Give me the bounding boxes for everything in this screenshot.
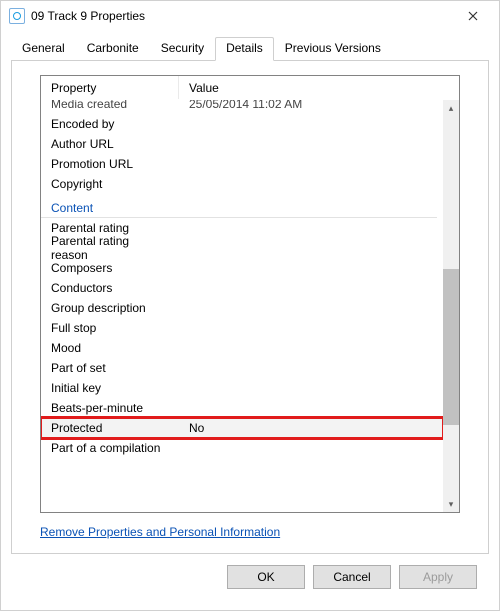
property-value: [179, 218, 443, 238]
property-row[interactable]: Beats-per-minute: [41, 398, 443, 418]
property-name: Author URL: [41, 134, 179, 154]
close-button[interactable]: [451, 1, 495, 31]
property-name: Encoded by: [41, 114, 179, 134]
property-row[interactable]: Copyright: [41, 174, 443, 194]
remove-properties-link[interactable]: Remove Properties and Personal Informati…: [40, 525, 280, 539]
remove-properties-link-row: Remove Properties and Personal Informati…: [40, 525, 460, 539]
property-row[interactable]: Mood: [41, 338, 443, 358]
dialog-buttons: OK Cancel Apply: [11, 554, 489, 600]
property-name: Part of set: [41, 358, 179, 378]
tab-strip: General Carbonite Security Details Previ…: [11, 37, 489, 61]
property-value: 25/05/2014 11:02 AM: [179, 100, 443, 114]
property-value: [179, 154, 443, 174]
vertical-scrollbar[interactable]: ▴ ▾: [443, 100, 459, 512]
close-icon: [468, 11, 478, 21]
property-row-protected[interactable]: Protected No: [41, 418, 443, 438]
property-name: Group description: [41, 298, 179, 318]
property-row[interactable]: Encoded by: [41, 114, 443, 134]
property-row[interactable]: Conductors: [41, 278, 443, 298]
tab-carbonite[interactable]: Carbonite: [76, 37, 150, 61]
property-row[interactable]: Media created 25/05/2014 11:02 AM: [41, 100, 443, 114]
property-value: [179, 338, 443, 358]
property-row[interactable]: Part of a compilation: [41, 438, 443, 458]
property-value: [179, 174, 443, 194]
properties-window: 09 Track 9 Properties General Carbonite …: [0, 0, 500, 611]
tab-security[interactable]: Security: [150, 37, 215, 61]
property-value: [179, 358, 443, 378]
property-row[interactable]: Group description: [41, 298, 443, 318]
property-name: Beats-per-minute: [41, 398, 179, 418]
tab-previous-versions[interactable]: Previous Versions: [274, 37, 392, 61]
details-panel: Property Value Media created 25/05/2014 …: [11, 61, 489, 554]
property-value: No: [179, 418, 443, 438]
property-name: Full stop: [41, 318, 179, 338]
property-row[interactable]: Parental rating reason: [41, 238, 443, 258]
property-value: [179, 378, 443, 398]
apply-button[interactable]: Apply: [399, 565, 477, 589]
scroll-thumb[interactable]: [443, 269, 459, 426]
property-value: [179, 238, 443, 258]
app-icon: [9, 8, 25, 24]
property-row[interactable]: Part of set: [41, 358, 443, 378]
property-name: Promotion URL: [41, 154, 179, 174]
properties-listbox: Property Value Media created 25/05/2014 …: [40, 75, 460, 513]
scroll-down-icon[interactable]: ▾: [443, 496, 459, 512]
window-title: 09 Track 9 Properties: [31, 9, 451, 23]
property-value: [179, 438, 443, 458]
client-area: General Carbonite Security Details Previ…: [1, 31, 499, 610]
property-value: [179, 398, 443, 418]
property-value: [179, 134, 443, 154]
property-row[interactable]: Initial key: [41, 378, 443, 398]
cancel-button[interactable]: Cancel: [313, 565, 391, 589]
tab-general[interactable]: General: [11, 37, 76, 61]
titlebar: 09 Track 9 Properties: [1, 1, 499, 31]
property-name: Media created: [41, 100, 179, 114]
tab-details[interactable]: Details: [215, 37, 274, 61]
properties-scroll-area: Media created 25/05/2014 11:02 AM Encode…: [41, 100, 459, 512]
property-row[interactable]: Author URL: [41, 134, 443, 154]
property-value: [179, 298, 443, 318]
property-name: Composers: [41, 258, 179, 278]
property-name: Conductors: [41, 278, 179, 298]
property-row[interactable]: Promotion URL: [41, 154, 443, 174]
column-header-property[interactable]: Property: [41, 76, 179, 99]
property-name: Protected: [41, 418, 179, 438]
property-name: Parental rating reason: [41, 238, 179, 258]
property-value: [179, 318, 443, 338]
scroll-up-icon[interactable]: ▴: [443, 100, 459, 116]
property-name: Initial key: [41, 378, 179, 398]
property-row[interactable]: Full stop: [41, 318, 443, 338]
properties-list: Media created 25/05/2014 11:02 AM Encode…: [41, 100, 459, 458]
property-value: [179, 258, 443, 278]
group-label: Content: [41, 194, 103, 217]
ok-button[interactable]: OK: [227, 565, 305, 589]
property-value: [179, 114, 443, 134]
property-name: Part of a compilation: [41, 438, 179, 458]
properties-header-row: Property Value: [41, 76, 459, 100]
property-name: Copyright: [41, 174, 179, 194]
property-value: [179, 278, 443, 298]
column-header-value[interactable]: Value: [179, 76, 443, 99]
group-header-content: Content: [41, 194, 437, 218]
property-row[interactable]: Composers: [41, 258, 443, 278]
property-name: Mood: [41, 338, 179, 358]
